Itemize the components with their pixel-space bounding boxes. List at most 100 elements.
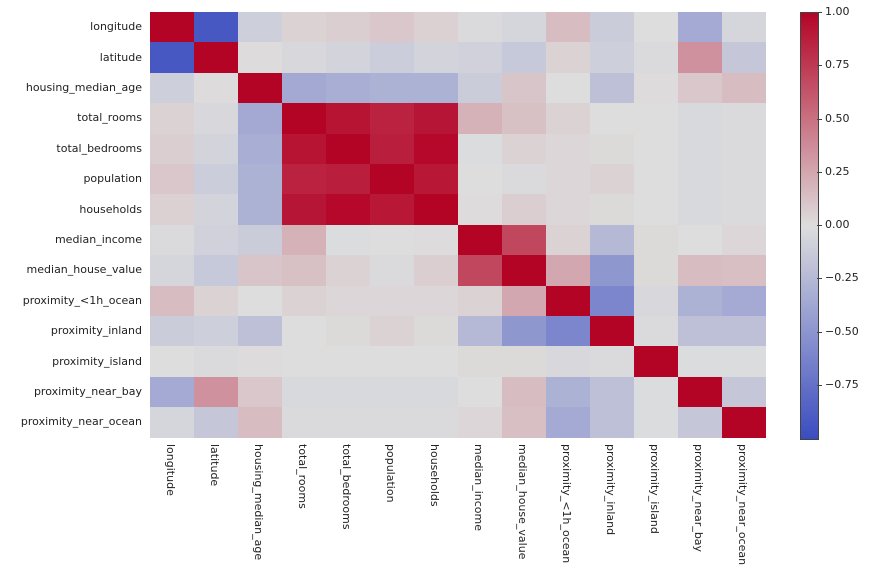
heatmap-cell xyxy=(546,346,590,376)
heatmap-cell xyxy=(634,12,678,42)
heatmap-cell xyxy=(326,12,370,42)
heatmap-cell xyxy=(502,255,546,285)
heatmap-cell xyxy=(590,316,634,346)
colorbar-tick-label: −0.50 xyxy=(825,325,859,338)
heatmap-cell xyxy=(546,377,590,407)
heatmap-cell xyxy=(414,194,458,224)
heatmap-cell xyxy=(546,42,590,72)
heatmap-cell xyxy=(502,286,546,316)
heatmap-cell xyxy=(458,73,502,103)
heatmap-cell xyxy=(282,73,326,103)
heatmap-cell xyxy=(458,42,502,72)
heatmap-cell xyxy=(502,346,546,376)
heatmap-cell xyxy=(370,42,414,72)
heatmap-cell xyxy=(590,12,634,42)
heatmap-cell xyxy=(722,225,766,255)
heatmap-cell xyxy=(678,255,722,285)
y-tick-label: latitude xyxy=(0,51,142,64)
x-tick-label: proximity_near_bay xyxy=(692,444,705,552)
heatmap-cell xyxy=(282,346,326,376)
heatmap-cell xyxy=(282,194,326,224)
heatmap-cell xyxy=(370,12,414,42)
heatmap-cell xyxy=(458,286,502,316)
heatmap-cell xyxy=(502,225,546,255)
heatmap-cell xyxy=(722,255,766,285)
heatmap-cell xyxy=(238,346,282,376)
heatmap-cell xyxy=(238,225,282,255)
heatmap-cell xyxy=(502,164,546,194)
heatmap-cell xyxy=(194,286,238,316)
x-tick-label: housing_median_age xyxy=(252,444,265,560)
heatmap-cell xyxy=(678,346,722,376)
heatmap-cell xyxy=(238,164,282,194)
heatmap-cell xyxy=(194,164,238,194)
heatmap-cell xyxy=(590,42,634,72)
heatmap-cell xyxy=(194,73,238,103)
heatmap-cell xyxy=(238,73,282,103)
heatmap-cell xyxy=(678,377,722,407)
heatmap-cell xyxy=(150,194,194,224)
heatmap-cell xyxy=(546,225,590,255)
x-tick-label: total_bedrooms xyxy=(340,444,353,530)
heatmap-cell xyxy=(150,225,194,255)
heatmap-cell xyxy=(458,255,502,285)
heatmap-cell xyxy=(414,12,458,42)
x-tick-label: median_house_value xyxy=(516,444,529,559)
heatmap-cell xyxy=(326,225,370,255)
heatmap-cell xyxy=(238,194,282,224)
heatmap-cell xyxy=(194,42,238,72)
y-tick-label: total_bedrooms xyxy=(0,142,142,155)
heatmap-cell xyxy=(502,103,546,133)
x-tick-label: latitude xyxy=(208,444,221,486)
heatmap-cell xyxy=(326,134,370,164)
heatmap-cell xyxy=(194,316,238,346)
heatmap-cell xyxy=(238,255,282,285)
heatmap-cell xyxy=(722,316,766,346)
heatmap-cell xyxy=(502,134,546,164)
heatmap-cell xyxy=(722,103,766,133)
heatmap-cell xyxy=(370,407,414,437)
heatmap-cell xyxy=(150,255,194,285)
x-tick-label: proximity_near_ocean xyxy=(736,444,749,565)
heatmap-cell xyxy=(546,407,590,437)
x-tick-label: median_income xyxy=(472,444,485,531)
colorbar-tick-label: −0.75 xyxy=(825,378,859,391)
heatmap-cell xyxy=(634,255,678,285)
heatmap-cell xyxy=(502,407,546,437)
heatmap-cell xyxy=(282,225,326,255)
colorbar-tick xyxy=(817,65,822,66)
heatmap-cell xyxy=(546,286,590,316)
heatmap-cell xyxy=(502,377,546,407)
y-tick-label: proximity_island xyxy=(0,355,142,368)
heatmap-cell xyxy=(194,407,238,437)
heatmap-cell xyxy=(150,134,194,164)
heatmap-cell xyxy=(546,103,590,133)
heatmap-cell xyxy=(590,377,634,407)
colorbar-tick xyxy=(817,12,822,13)
heatmap-cell xyxy=(722,286,766,316)
heatmap-cell xyxy=(370,194,414,224)
heatmap-cell xyxy=(238,407,282,437)
heatmap-cell xyxy=(590,73,634,103)
heatmap-cell xyxy=(414,164,458,194)
heatmap-cell xyxy=(634,134,678,164)
heatmap-cell xyxy=(678,286,722,316)
heatmap-cell xyxy=(678,225,722,255)
heatmap-cell xyxy=(150,316,194,346)
colorbar-tick-label: 0.25 xyxy=(825,165,850,178)
heatmap-cell xyxy=(414,103,458,133)
heatmap-cell xyxy=(634,73,678,103)
colorbar-tick-label: 0.00 xyxy=(825,218,850,231)
heatmap-cell xyxy=(634,286,678,316)
heatmap-cell xyxy=(326,164,370,194)
heatmap-cell xyxy=(502,42,546,72)
heatmap-cell xyxy=(370,73,414,103)
heatmap-cell xyxy=(282,255,326,285)
heatmap-cell xyxy=(326,103,370,133)
heatmap-cell xyxy=(722,73,766,103)
heatmap-cell xyxy=(678,407,722,437)
heatmap-cell xyxy=(326,255,370,285)
heatmap-cell xyxy=(238,377,282,407)
x-tick-label: population xyxy=(384,444,397,503)
heatmap-cell xyxy=(678,73,722,103)
